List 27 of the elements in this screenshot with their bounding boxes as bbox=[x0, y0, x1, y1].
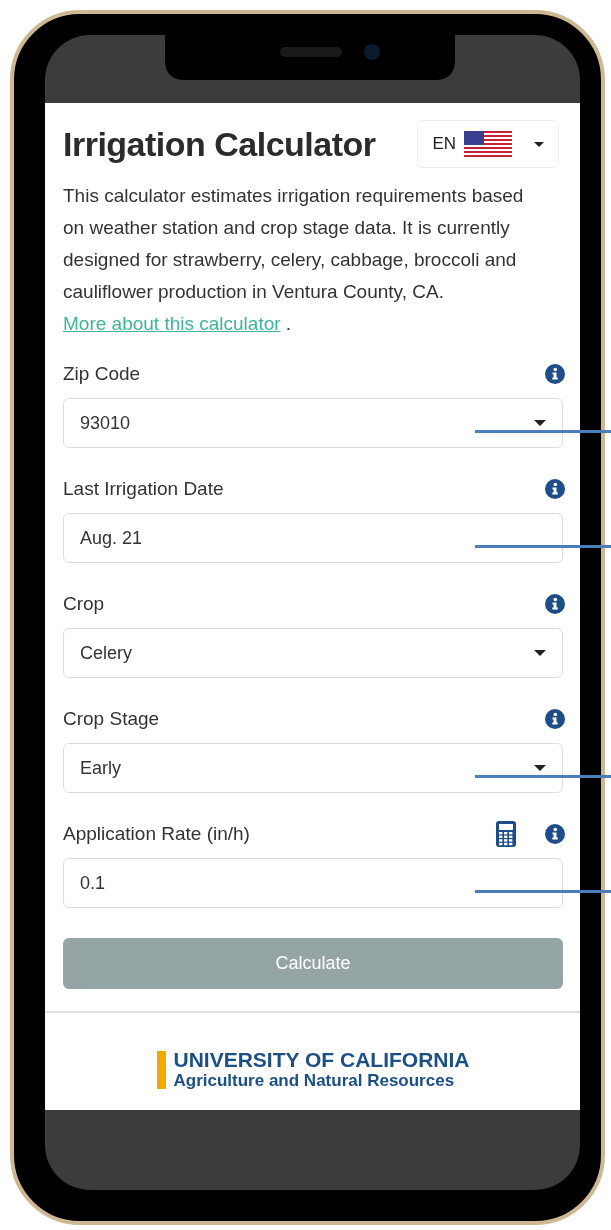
flag-icon bbox=[464, 131, 512, 157]
page-title: Irrigation Calculator bbox=[63, 123, 376, 165]
description-text: This calculator estimates irrigation requirements based on weather station and crop stage data. It is currently designed for strawberry, celery, cabbage, broccoli and cauliflower production in Ventura County, CA. More about this calculator . bbox=[63, 184, 525, 336]
info-icon[interactable] bbox=[545, 824, 565, 844]
dropdown-field[interactable]: Early bbox=[63, 743, 563, 793]
caret-icon bbox=[534, 650, 546, 656]
info-icon[interactable] bbox=[545, 479, 565, 499]
language-dropdown[interactable]: EN bbox=[417, 120, 559, 168]
input-field[interactable]: 0.1 bbox=[63, 858, 563, 908]
field-label: Crop bbox=[63, 591, 105, 616]
logo-text: UNIVERSITY OF CALIFORNIA bbox=[173, 1049, 470, 1071]
logo-subtitle: Agriculture and Natural Resources bbox=[173, 1071, 456, 1091]
info-icon[interactable] bbox=[545, 709, 565, 729]
info-icon[interactable] bbox=[545, 364, 565, 384]
caret-icon bbox=[534, 420, 546, 426]
logo-bar bbox=[156, 1051, 166, 1089]
calculator-icon[interactable] bbox=[496, 821, 516, 847]
info-icon[interactable] bbox=[545, 594, 565, 614]
caret-icon bbox=[534, 141, 544, 147]
dropdown-field[interactable]: Celery bbox=[63, 628, 563, 678]
field-label: Crop Stage bbox=[63, 706, 160, 731]
caret-icon bbox=[534, 765, 546, 771]
field-label: Zip Code bbox=[63, 361, 141, 386]
input-field[interactable]: Aug. 21 bbox=[63, 513, 563, 563]
field-label: Application Rate (in/h) bbox=[63, 821, 250, 846]
dropdown-field[interactable]: 93010 bbox=[63, 398, 563, 448]
field-label: Last Irrigation Date bbox=[63, 476, 224, 501]
